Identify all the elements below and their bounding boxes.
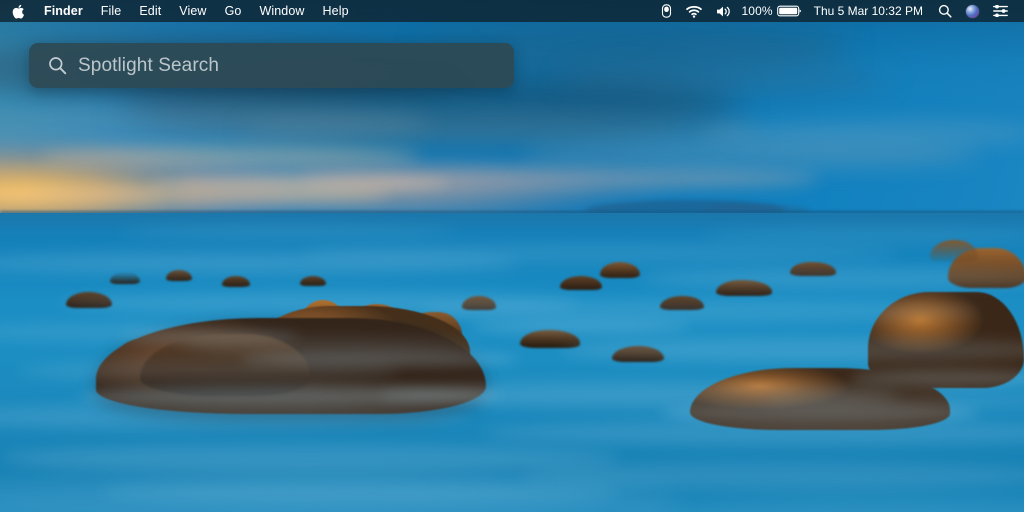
menu-item-edit[interactable]: Edit	[130, 0, 170, 22]
wallpaper-rock	[560, 276, 602, 290]
control-center-icon	[993, 5, 1008, 17]
menu-item-help[interactable]: Help	[314, 0, 358, 22]
wallpaper-sea-mist	[0, 475, 680, 512]
volume-icon	[716, 6, 730, 16]
volume-status[interactable]	[709, 0, 738, 22]
menu-item-file[interactable]: File	[92, 0, 131, 22]
menu-item-view[interactable]: View	[170, 0, 215, 22]
wallpaper-rock	[790, 262, 836, 276]
apple-menu[interactable]	[0, 0, 35, 22]
menu-bar-status-area: 100% Thu 5 Mar 10:32 PM	[654, 0, 1024, 22]
wallpaper-rock	[166, 270, 192, 281]
menu-item-window[interactable]: Window	[250, 0, 313, 22]
wifi-status[interactable]	[679, 0, 709, 22]
search-icon	[938, 4, 952, 18]
siri-icon	[966, 4, 979, 18]
battery-percent-label: 100%	[741, 4, 773, 18]
wifi-icon	[685, 5, 702, 18]
wallpaper-rock	[222, 276, 250, 287]
wallpaper-ocean	[0, 213, 1024, 512]
search-icon	[48, 57, 66, 75]
wallpaper-rock	[462, 296, 496, 310]
menu-item-finder[interactable]: Finder	[35, 0, 92, 22]
control-center-button[interactable]	[986, 0, 1015, 22]
wallpaper-rock	[110, 272, 140, 284]
desktop: Finder File Edit View Go Window Help 100…	[0, 0, 1024, 512]
wallpaper-rock	[300, 276, 326, 286]
wallpaper-sea-mist	[620, 499, 1024, 512]
menu-bar-left: Finder File Edit View Go Window Help	[0, 0, 358, 22]
wallpaper-rock	[520, 330, 580, 348]
menu-item-go[interactable]: Go	[216, 0, 251, 22]
menu-bar: Finder File Edit View Go Window Help 100…	[0, 0, 1024, 22]
wallpaper-rock	[660, 296, 704, 310]
spotlight-menu-button[interactable]	[931, 0, 959, 22]
spotlight-search-icon-wrapper	[47, 56, 67, 76]
bluetooth-battery-status[interactable]	[654, 0, 679, 22]
siri-button[interactable]	[959, 0, 986, 22]
apple-logo-icon	[12, 4, 25, 18]
menu-bar-clock[interactable]: Thu 5 Mar 10:32 PM	[808, 0, 931, 22]
battery-icon	[776, 5, 801, 17]
spotlight-search-panel[interactable]	[29, 43, 514, 88]
spotlight-search-input[interactable]	[78, 52, 514, 79]
bluetooth-battery-icon	[661, 4, 671, 18]
battery-status[interactable]: 100%	[738, 0, 808, 22]
